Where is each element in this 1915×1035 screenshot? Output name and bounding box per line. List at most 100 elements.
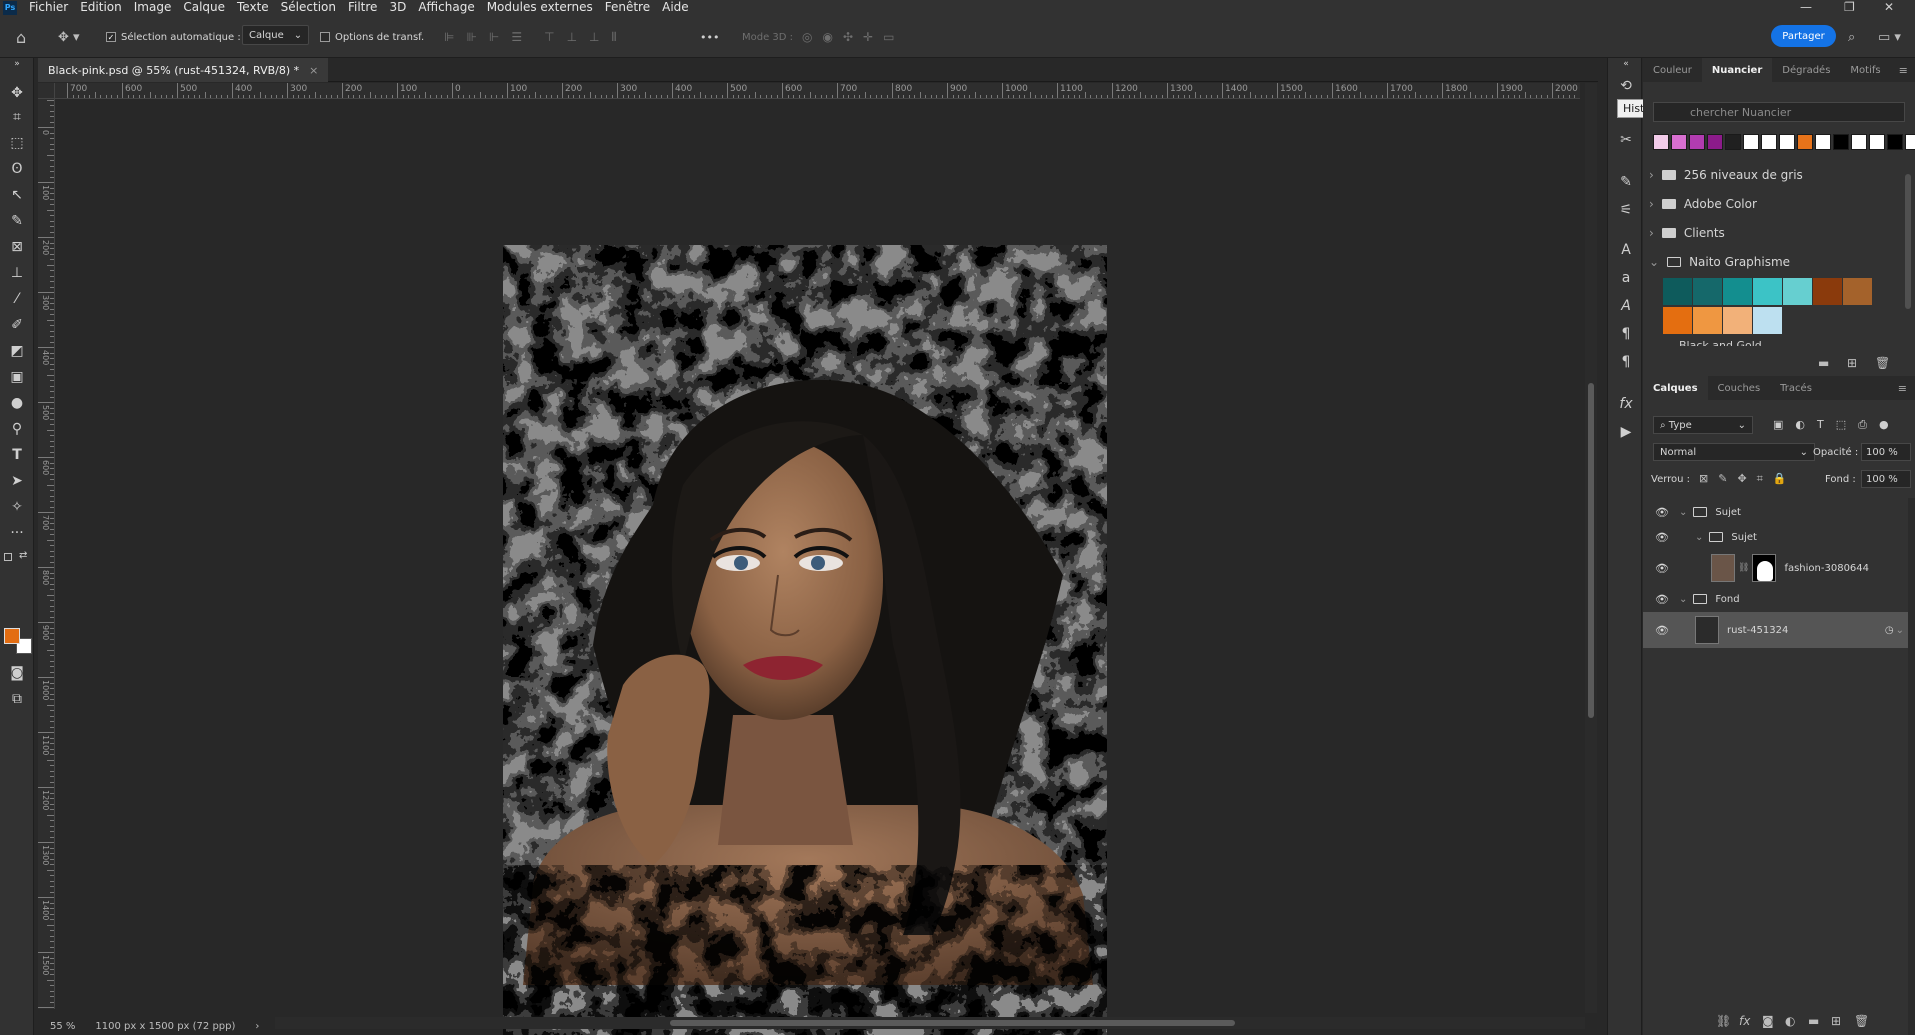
close-window-icon[interactable]: ✕ bbox=[1884, 0, 1894, 14]
lasso-tool-icon[interactable]: ʘ bbox=[4, 158, 30, 180]
panel-menu-icon[interactable]: ≡ bbox=[1891, 58, 1915, 82]
naito-swatch[interactable] bbox=[1753, 278, 1782, 305]
tab-couches[interactable]: Couches bbox=[1708, 376, 1771, 400]
home-icon[interactable]: ⌂ bbox=[16, 28, 26, 47]
visibility-eye-icon[interactable]: 👁 bbox=[1655, 624, 1669, 637]
transform-options[interactable]: Options de transf. bbox=[320, 28, 424, 46]
naito-swatch[interactable] bbox=[1723, 307, 1752, 334]
lock-pixels-icon[interactable]: ✎ bbox=[1718, 472, 1727, 486]
menu-fichier[interactable]: Fichier bbox=[23, 0, 74, 15]
brush-tool-icon[interactable]: ✐ bbox=[4, 314, 30, 336]
screen-mode-icon[interactable]: ⧉ bbox=[4, 688, 30, 710]
filter-shape-icon[interactable]: ⬚ bbox=[1836, 418, 1846, 432]
lock-position-icon[interactable]: ✥ bbox=[1737, 472, 1746, 486]
eraser-tool-icon[interactable]: ◩ bbox=[4, 340, 30, 362]
menu-affichage[interactable]: Affichage bbox=[412, 0, 480, 15]
paragraph-styles-icon[interactable]: ¶ bbox=[1616, 352, 1636, 372]
recent-swatch[interactable] bbox=[1707, 134, 1723, 150]
visibility-eye-icon[interactable]: 👁 bbox=[1655, 506, 1669, 519]
recent-swatch[interactable] bbox=[1905, 134, 1915, 150]
gradient-tool-icon[interactable]: ▣ bbox=[4, 366, 30, 388]
layer-row-group-fond[interactable]: 👁 ⌄ Fond bbox=[1643, 586, 1908, 612]
menu-fenetre[interactable]: Fenêtre bbox=[599, 0, 656, 15]
move-tool-preset-icon[interactable]: ✥ ▾ bbox=[58, 28, 80, 46]
horizontal-scrollbar[interactable] bbox=[275, 1017, 1585, 1029]
menu-selection[interactable]: Sélection bbox=[275, 0, 342, 15]
filter-toggle-icon[interactable]: ● bbox=[1879, 418, 1889, 432]
document-canvas[interactable] bbox=[503, 245, 1107, 1035]
naito-swatch[interactable] bbox=[1663, 307, 1692, 334]
default-colors-icon[interactable] bbox=[4, 553, 12, 561]
swatch-group-adobe-color[interactable]: › Adobe Color bbox=[1649, 191, 1907, 217]
layer-row-rust-selected[interactable]: 👁 rust-451324 ◷ ⌄ bbox=[1643, 612, 1908, 648]
filter-adjustment-icon[interactable]: ◐ bbox=[1795, 418, 1805, 432]
path-select-icon[interactable]: ↖ bbox=[4, 184, 30, 206]
marquee-tool-icon[interactable]: ⬚ bbox=[4, 132, 30, 154]
swatch-search-input[interactable]: chercher Nuancier bbox=[1653, 102, 1905, 122]
more-options-button[interactable]: ••• bbox=[700, 28, 719, 46]
layer-effects-chevron-icon[interactable]: ⌄ bbox=[1896, 625, 1904, 636]
recent-swatch[interactable] bbox=[1815, 134, 1831, 150]
chevron-down-icon[interactable]: ⌄ bbox=[1695, 532, 1703, 543]
add-style-fx-icon[interactable]: fx bbox=[1739, 1014, 1750, 1028]
quick-select-tool-icon[interactable]: ✎ bbox=[4, 210, 30, 232]
swatch-group-clients[interactable]: › Clients bbox=[1649, 220, 1907, 246]
new-swatch-icon[interactable]: ⊞ bbox=[1847, 356, 1857, 370]
align-center-h-icon[interactable]: ⊪ bbox=[466, 30, 476, 44]
tool-presets-icon[interactable]: ✂ bbox=[1616, 130, 1636, 150]
visibility-eye-icon[interactable]: 👁 bbox=[1655, 531, 1669, 544]
new-layer-icon[interactable]: ⊞ bbox=[1831, 1014, 1841, 1028]
frame-tool-icon[interactable]: ⊠ bbox=[4, 236, 30, 258]
menu-texte[interactable]: Texte bbox=[231, 0, 275, 15]
edit-toolbar-icon[interactable]: ··· bbox=[4, 522, 30, 544]
naito-swatch[interactable] bbox=[1663, 278, 1692, 305]
actions-play-icon[interactable]: ▶ bbox=[1616, 422, 1636, 442]
recent-swatch[interactable] bbox=[1869, 134, 1885, 150]
layer-row-group-sujet[interactable]: 👁 ⌄ Sujet bbox=[1643, 498, 1908, 526]
glyphs-panel-icon[interactable]: a bbox=[1616, 268, 1636, 288]
chevron-down-icon[interactable]: ⌄ bbox=[1679, 594, 1687, 605]
naito-swatch[interactable] bbox=[1693, 278, 1722, 305]
layer-filter-dropdown[interactable]: ⌕ Type ⌄ bbox=[1653, 416, 1753, 434]
direct-select-tool-icon[interactable]: ➤ bbox=[4, 470, 30, 492]
tab-couleur[interactable]: Couleur bbox=[1643, 58, 1702, 82]
panel-menu-icon[interactable]: ≡ bbox=[1890, 376, 1915, 400]
menu-edition[interactable]: Edition bbox=[74, 0, 128, 15]
recent-swatch[interactable] bbox=[1743, 134, 1759, 150]
menu-modules-externes[interactable]: Modules externes bbox=[481, 0, 599, 15]
workspace-icon[interactable]: ▭ ▾ bbox=[1878, 28, 1901, 46]
vertical-ruler[interactable]: 0010020030040050060070080090010001100120… bbox=[38, 99, 55, 1009]
align-right-icon[interactable]: ⊩ bbox=[489, 30, 499, 44]
tab-calques[interactable]: Calques bbox=[1643, 376, 1708, 400]
status-menu-chevron-icon[interactable]: › bbox=[255, 1021, 259, 1032]
visibility-eye-icon[interactable]: 👁 bbox=[1655, 593, 1669, 606]
add-mask-icon[interactable]: ◙ bbox=[1762, 1014, 1774, 1028]
horizontal-scroll-thumb[interactable] bbox=[670, 1020, 1235, 1026]
menu-image[interactable]: Image bbox=[128, 0, 178, 15]
naito-swatch[interactable] bbox=[1693, 307, 1722, 334]
swatch-group-gray[interactable]: › 256 niveaux de gris bbox=[1649, 162, 1907, 188]
recent-swatch[interactable] bbox=[1725, 134, 1741, 150]
chevron-down-icon[interactable]: ⌄ bbox=[1679, 507, 1687, 518]
vertical-scrollbar[interactable] bbox=[1585, 83, 1597, 1013]
naito-swatch[interactable] bbox=[1843, 278, 1872, 305]
layer-mask-thumbnail[interactable] bbox=[1752, 554, 1777, 582]
slide-3d-icon[interactable]: ✛ bbox=[863, 30, 873, 44]
delete-layer-icon[interactable]: 🗑 bbox=[1854, 1014, 1869, 1028]
character-panel-icon[interactable]: A bbox=[1616, 240, 1636, 260]
layers-scrollbar[interactable] bbox=[1908, 498, 1915, 1035]
scale-3d-icon[interactable]: ▭ bbox=[883, 30, 894, 44]
opacity-input[interactable]: 100 % bbox=[1861, 443, 1911, 461]
horizontal-ruler[interactable]: 700 600 500 400 300 200 100 0 100 200 300 400 500 600… bbox=[55, 83, 1580, 99]
share-button[interactable]: Partager bbox=[1771, 25, 1836, 47]
recent-swatch[interactable] bbox=[1887, 134, 1903, 150]
roll-3d-icon[interactable]: ◉ bbox=[822, 30, 832, 44]
quick-mask-icon[interactable]: ◙ bbox=[4, 662, 30, 684]
tab-motifs[interactable]: Motifs bbox=[1840, 58, 1890, 82]
collapse-panels-icon[interactable]: « bbox=[1616, 54, 1636, 74]
menu-filtre[interactable]: Filtre bbox=[342, 0, 383, 15]
new-adjustment-icon[interactable]: ◐ bbox=[1785, 1014, 1795, 1028]
lock-artboard-icon[interactable]: ⌗ bbox=[1757, 472, 1763, 486]
swatch-group-partial[interactable]: Black and Gold bbox=[1679, 340, 1879, 346]
naito-swatch[interactable] bbox=[1813, 278, 1842, 305]
